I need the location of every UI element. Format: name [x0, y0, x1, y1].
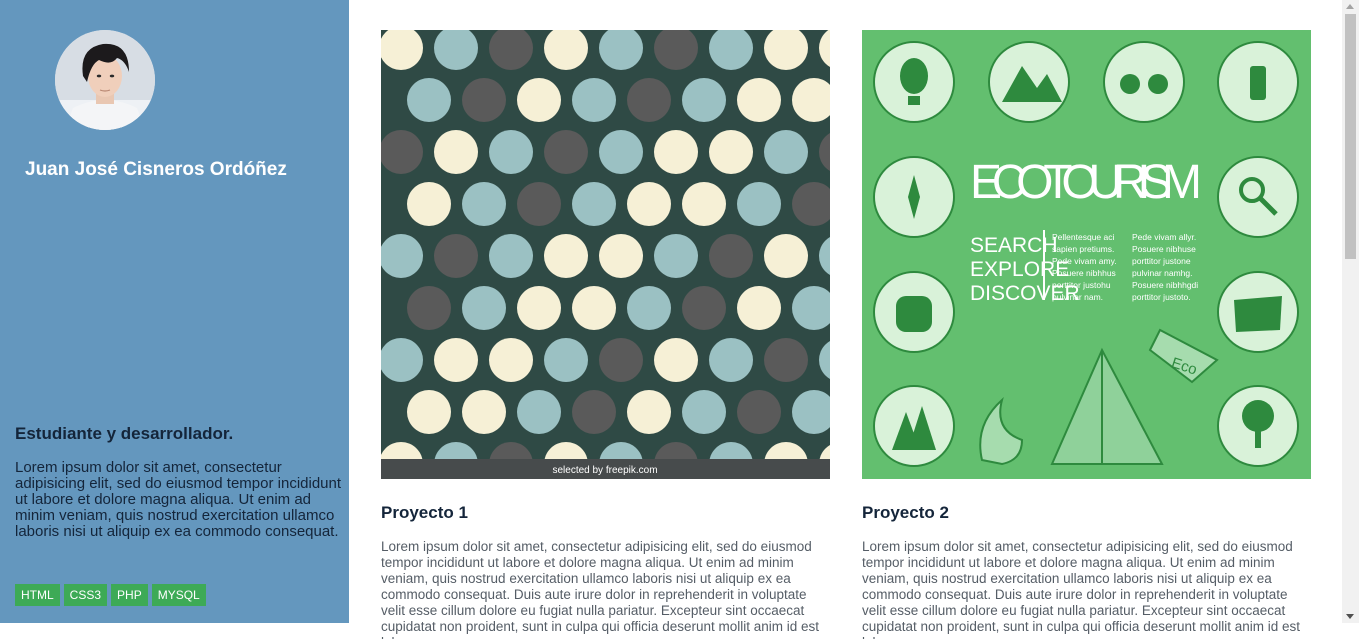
pattern-circle	[544, 338, 588, 382]
svg-text:Posuere nibhuse: Posuere nibhuse	[1132, 244, 1196, 254]
pattern-circle	[572, 78, 616, 122]
pattern-circle	[654, 338, 698, 382]
pattern-circle	[654, 234, 698, 278]
pattern-circle	[682, 182, 726, 226]
pattern-circle	[737, 390, 781, 434]
pattern-circle	[682, 286, 726, 330]
pattern-circle	[462, 390, 506, 434]
pattern-circle	[544, 234, 588, 278]
pattern-circle	[462, 182, 506, 226]
profile-name: Juan José Cisneros Ordóñez	[25, 159, 287, 180]
pattern-circle	[407, 286, 451, 330]
pattern-circle	[572, 182, 616, 226]
svg-text:Posuere nibhhus: Posuere nibhhus	[1052, 268, 1116, 278]
projects-grid: selected by freepik.com Proyecto 1 Lorem…	[349, 0, 1314, 639]
pattern-circle	[737, 78, 781, 122]
pattern-circle	[709, 234, 753, 278]
pattern-circle	[407, 182, 451, 226]
skill-tag-css3: CSS3	[63, 584, 108, 606]
svg-text:Posuere nibhhgdi: Posuere nibhhgdi	[1132, 280, 1198, 290]
profile-bio: Lorem ipsum dolor sit amet, consectetur …	[15, 459, 342, 540]
pattern-circle	[599, 234, 643, 278]
sidebar: Juan José Cisneros Ordóñez Estudiante y …	[0, 0, 349, 623]
pattern-circle	[517, 286, 561, 330]
pattern-circle	[599, 338, 643, 382]
pattern-circle	[764, 130, 808, 174]
svg-text:porttitor justone: porttitor justone	[1132, 256, 1191, 266]
pattern-circle	[709, 338, 753, 382]
svg-text:Pede vivam allyr.: Pede vivam allyr.	[1132, 232, 1196, 242]
pattern-circle	[434, 234, 478, 278]
skill-tags: HTML CSS3 PHP MYSQL	[15, 584, 206, 606]
svg-text:porttitor justohu: porttitor justohu	[1052, 280, 1111, 290]
avatar-photo	[55, 30, 155, 130]
svg-text:Pede vivam amy.: Pede vivam amy.	[1052, 256, 1117, 266]
skill-tag-php: PHP	[111, 584, 148, 606]
avatar	[55, 30, 155, 130]
project-2-title[interactable]: Proyecto 2	[862, 503, 1311, 523]
pattern-circle	[654, 130, 698, 174]
pattern-circle	[489, 130, 533, 174]
pattern-circle	[627, 78, 671, 122]
fitness-pattern-image: selected by freepik.com	[381, 30, 830, 479]
project-card-2[interactable]: ECOTOURISM SEARCH EXPLORE DISCOVER Pelle…	[862, 30, 1311, 639]
pattern-circle	[682, 78, 726, 122]
project-card-1[interactable]: selected by freepik.com Proyecto 1 Lorem…	[381, 30, 830, 639]
scroll-up-arrow-icon[interactable]	[1346, 4, 1354, 9]
project-1-thumbnail[interactable]: selected by freepik.com	[381, 30, 830, 479]
pattern-circle	[517, 78, 561, 122]
pattern-circle	[489, 338, 533, 382]
pattern-circle	[627, 390, 671, 434]
pattern-circle	[737, 286, 781, 330]
project-2-thumbnail[interactable]: ECOTOURISM SEARCH EXPLORE DISCOVER Pelle…	[862, 30, 1311, 479]
pattern-circle	[407, 78, 451, 122]
project-1-description: Lorem ipsum dolor sit amet, consectetur …	[381, 539, 820, 639]
project-2-description: Lorem ipsum dolor sit amet, consectetur …	[862, 539, 1301, 639]
pattern-circle	[489, 234, 533, 278]
scroll-down-arrow-icon[interactable]	[1346, 614, 1354, 619]
binoculars-icon	[1103, 41, 1185, 123]
ecotourism-heading: ECOTOURISM	[970, 156, 1202, 209]
pattern-circle	[407, 390, 451, 434]
pattern-circle	[599, 130, 643, 174]
svg-text:pulvinar nam.: pulvinar nam.	[1052, 292, 1103, 302]
pattern-circle	[764, 234, 808, 278]
pattern-circle	[462, 286, 506, 330]
pattern-circle	[381, 130, 423, 174]
svg-text:Pellentesque aci: Pellentesque aci	[1052, 232, 1114, 242]
pattern-circle	[517, 390, 561, 434]
pattern-circle	[682, 390, 726, 434]
pattern-circle	[434, 338, 478, 382]
pattern-circle	[709, 130, 753, 174]
pattern-circle	[572, 390, 616, 434]
project-1-title[interactable]: Proyecto 1	[381, 503, 830, 523]
trees-icon	[873, 385, 955, 467]
pattern-circle	[517, 182, 561, 226]
skill-tag-mysql: MYSQL	[151, 584, 206, 606]
profile-role: Estudiante y desarrollador.	[15, 424, 234, 443]
svg-text:pulvinar namhg.: pulvinar namhg.	[1132, 268, 1192, 278]
pattern-circle	[381, 234, 423, 278]
pattern-circle	[627, 286, 671, 330]
scrollbar-thumb[interactable]	[1345, 14, 1356, 259]
pattern-circle	[544, 130, 588, 174]
image-credit: selected by freepik.com	[552, 465, 657, 476]
pattern-circle	[381, 338, 423, 382]
pattern-circle	[627, 182, 671, 226]
ecotourism-image: ECOTOURISM SEARCH EXPLORE DISCOVER Pelle…	[862, 30, 1311, 479]
pattern-circle	[764, 338, 808, 382]
pattern-circle	[737, 182, 781, 226]
svg-text:porttitor justoto.: porttitor justoto.	[1132, 292, 1191, 302]
svg-text:sapien pretiums.: sapien pretiums.	[1052, 244, 1114, 254]
pattern-circle	[462, 78, 506, 122]
pattern-circle	[434, 130, 478, 174]
skill-tag-html: HTML	[15, 584, 60, 606]
pattern-circle	[572, 286, 616, 330]
scrollbar[interactable]	[1342, 0, 1359, 623]
